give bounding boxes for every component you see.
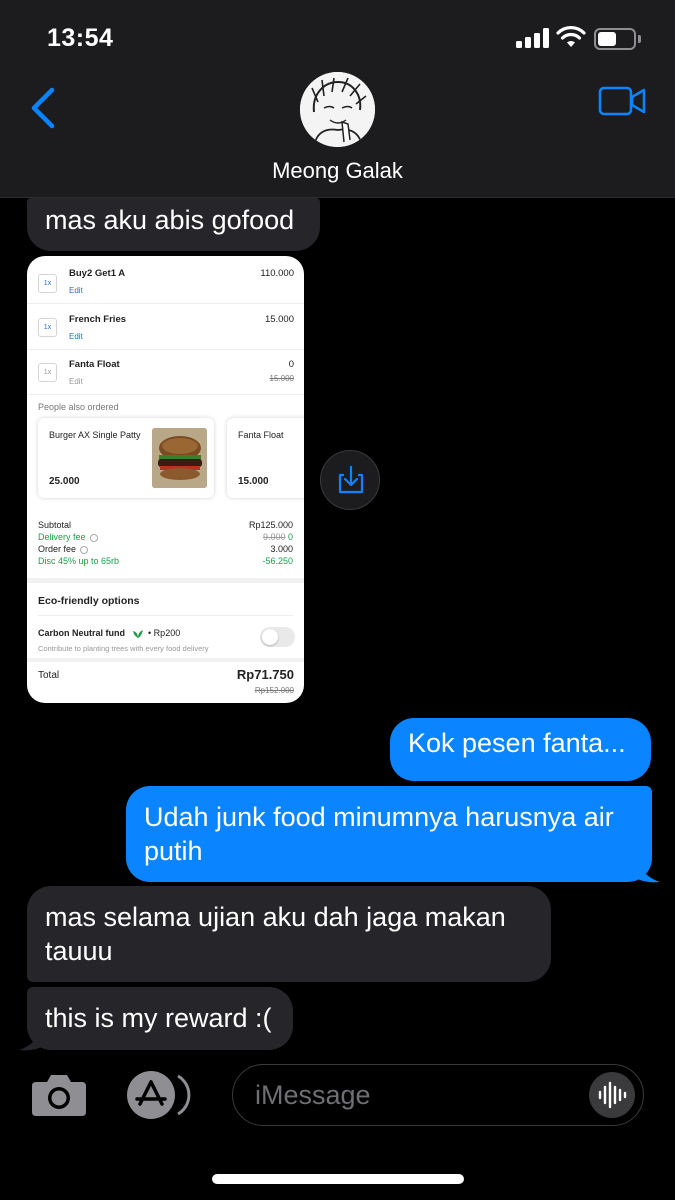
summary-order-fee: Order fee 3.000 xyxy=(38,544,293,554)
order-item-name: Fanta Float xyxy=(69,359,120,370)
total-old-value: Rp152.000 xyxy=(254,686,294,695)
wifi-icon xyxy=(556,26,586,47)
status-bar: 13:54 xyxy=(0,0,675,70)
bubble-tail xyxy=(632,860,660,883)
total-value: Rp71.750 xyxy=(236,667,294,682)
leaf-icon xyxy=(132,629,143,638)
order-item-edit: Edit xyxy=(69,286,83,295)
order-item-row: 1x Buy2 Get1 A Edit 110.000 xyxy=(27,260,304,304)
burger-photo xyxy=(152,428,207,488)
waveform-icon xyxy=(598,1081,627,1109)
section-divider xyxy=(27,658,304,662)
order-item-old-price: 15.000 xyxy=(269,374,294,383)
message-bubble-sent[interactable]: Kok pesen fanta... xyxy=(390,718,651,781)
suggestion-name: Burger AX Single Patty xyxy=(49,430,141,440)
info-icon xyxy=(80,545,89,554)
message-text: mas aku abis gofood xyxy=(45,205,295,235)
message-bubble-received[interactable]: this is my reward :( xyxy=(27,987,293,1050)
quantity-badge: 1x xyxy=(38,363,57,382)
order-item-name: Buy2 Get1 A xyxy=(69,268,126,279)
message-bubble-received[interactable]: mas aku abis gofood xyxy=(27,198,320,251)
back-chevron-icon[interactable] xyxy=(28,86,58,130)
message-bubble-sent[interactable]: Udah junk food minumnya harusnya air put… xyxy=(126,786,652,882)
message-text: mas selama ujian aku dah jaga makan tauu… xyxy=(45,902,506,966)
camera-icon[interactable] xyxy=(30,1072,88,1118)
order-item-price: 0 xyxy=(288,359,294,370)
status-time: 13:54 xyxy=(47,24,114,52)
order-item-row: 1x French Fries Edit 15.000 xyxy=(27,306,304,350)
summary-discount: Disc 45% up to 65rb -56.250 xyxy=(38,556,293,566)
order-item-name: French Fries xyxy=(69,314,127,325)
suggestion-price: 15.000 xyxy=(238,476,269,487)
section-divider xyxy=(27,578,304,583)
info-icon xyxy=(89,533,98,542)
summary-subtotal: Subtotal Rp125.000 xyxy=(38,520,293,530)
image-attachment[interactable]: 1x Buy2 Get1 A Edit 110.000 1x French Fr… xyxy=(27,256,304,703)
message-bubble-received[interactable]: mas selama ujian aku dah jaga makan tauu… xyxy=(27,886,551,982)
conversation-header: Meong Galak xyxy=(0,70,675,198)
message-text: Kok pesen fanta... xyxy=(408,728,626,758)
home-indicator[interactable] xyxy=(212,1174,464,1184)
message-text: this is my reward :( xyxy=(45,1003,272,1033)
suggestion-price: 25.000 xyxy=(49,476,80,487)
save-image-button[interactable] xyxy=(320,450,380,510)
total-label: Total xyxy=(38,670,60,681)
also-ordered-label: People also ordered xyxy=(38,402,119,412)
cellular-signal-icon xyxy=(516,28,550,48)
app-store-icon[interactable] xyxy=(126,1070,194,1120)
quantity-badge: 1x xyxy=(38,318,57,337)
contact-name[interactable]: Meong Galak xyxy=(0,158,675,184)
order-item-price: 15.000 xyxy=(264,314,294,325)
order-item-edit: Edit xyxy=(69,332,83,341)
order-item-edit: Edit xyxy=(69,377,83,386)
carbon-fund-label: Carbon Neutral fund • Rp200 xyxy=(38,628,181,638)
battery-icon xyxy=(594,28,642,50)
suggestion-card: Burger AX Single Patty 25.000 xyxy=(38,418,214,498)
download-icon xyxy=(338,465,364,494)
suggestion-name: Fanta Float xyxy=(238,430,284,440)
suggestion-card: Fanta Float 15.000 xyxy=(227,418,304,498)
divider xyxy=(38,615,293,616)
carbon-fund-description: Contribute to planting trees with every … xyxy=(38,644,209,653)
carbon-fund-toggle xyxy=(260,627,295,647)
message-text: Udah junk food minumnya harusnya air put… xyxy=(144,802,614,866)
message-input[interactable]: iMessage xyxy=(232,1064,644,1126)
summary-delivery: Delivery fee 9.000 0 xyxy=(38,532,293,542)
order-item-row: 1x Fanta Float Edit 0 15.000 xyxy=(27,351,304,395)
eco-options-title: Eco-friendly options xyxy=(38,595,140,607)
message-input-placeholder: iMessage xyxy=(255,1080,371,1110)
video-camera-icon[interactable] xyxy=(598,86,646,116)
audio-record-button[interactable] xyxy=(589,1072,635,1118)
avatar[interactable] xyxy=(300,72,375,147)
bubble-tail xyxy=(19,1028,47,1051)
order-item-price: 110.000 xyxy=(260,268,294,279)
quantity-badge: 1x xyxy=(38,274,57,293)
